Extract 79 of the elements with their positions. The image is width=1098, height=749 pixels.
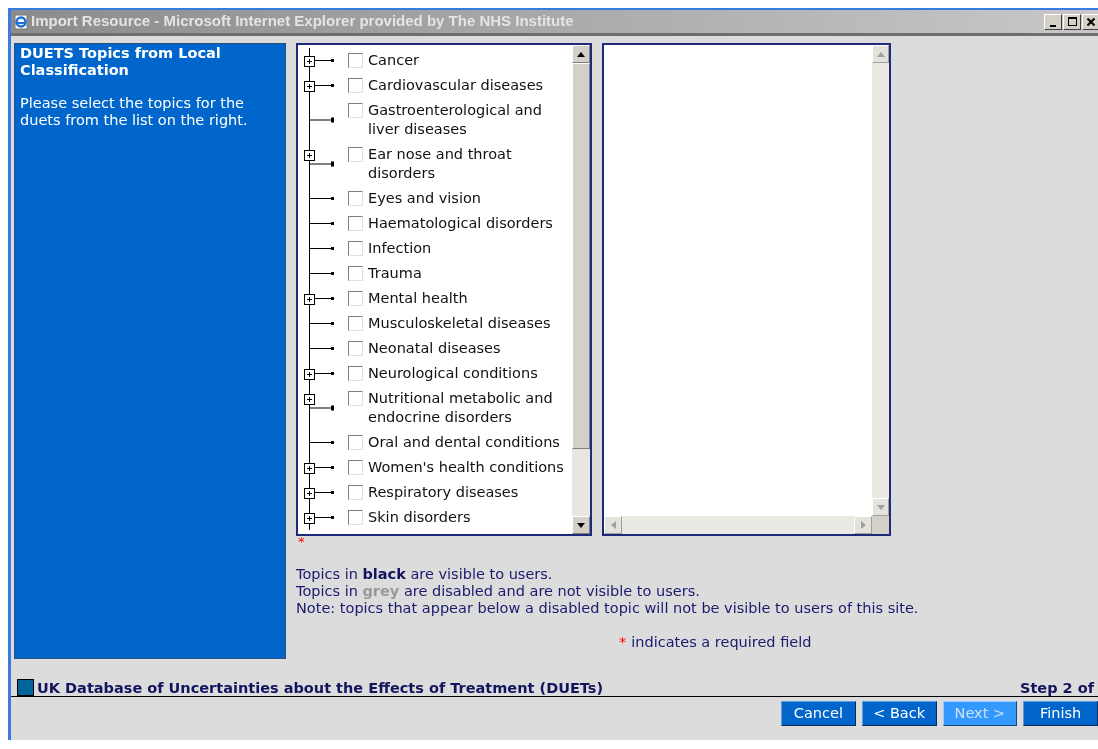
expand-icon[interactable] [304, 488, 315, 499]
scroll-thumb[interactable] [572, 63, 590, 449]
sidebar-title: DUETS Topics from Local Classification [20, 45, 222, 79]
topic-tree-list[interactable] [296, 43, 592, 536]
wizard-button[interactable]: < Back [861, 701, 937, 726]
wizard-button[interactable]: Cancel [781, 701, 856, 726]
checkbox[interactable] [348, 366, 363, 381]
checkbox[interactable] [348, 291, 363, 306]
topic-label: Infection [368, 239, 433, 258]
topic-label: Neurological conditions [368, 364, 539, 383]
minimize-button[interactable] [1044, 13, 1062, 30]
topic-label: Women's health conditions [368, 458, 565, 477]
topic-label: Trauma [368, 264, 423, 283]
checkbox[interactable] [348, 316, 363, 331]
checkbox[interactable] [348, 147, 363, 162]
wizard-button[interactable]: Finish [1023, 701, 1098, 726]
expand-icon[interactable] [304, 394, 315, 405]
right-arrow-icon [860, 521, 866, 529]
required-field-legend: indicates a required field [631, 632, 812, 654]
required-mark: * [297, 536, 306, 548]
checkbox[interactable] [348, 191, 363, 206]
selected-topics-list[interactable] [602, 43, 891, 536]
scroll-right-button[interactable] [854, 516, 872, 534]
down-arrow-icon [577, 522, 585, 528]
minimize-icon [1050, 24, 1056, 27]
window-title: Import Resource - Microsoft Internet Explorer provided by The NHS Institute [31, 11, 574, 32]
close-button[interactable] [1082, 13, 1098, 30]
topic-label: Musculoskeletal diseases [368, 314, 552, 333]
down-arrow-icon [876, 504, 885, 510]
checkbox[interactable] [348, 216, 363, 231]
topic-label: Eyes and vision [368, 189, 482, 208]
checkbox[interactable] [348, 460, 363, 475]
checkbox[interactable] [348, 435, 363, 450]
expand-icon[interactable] [304, 369, 315, 380]
topic-label: Cancer [368, 51, 421, 70]
expand-icon[interactable] [304, 513, 315, 524]
step-indicator: Step 2 of [1019, 680, 1094, 696]
scroll-up-button[interactable] [572, 45, 590, 63]
expand-icon[interactable] [304, 294, 315, 305]
note-text: Note: topics that appear below a disabled topic will not be visible to users of this site. [296, 600, 919, 617]
scroll-left-button[interactable] [604, 516, 622, 534]
topic-label: Mental health [368, 289, 469, 308]
note-text: Topics in black are visible to users. [296, 566, 554, 583]
topic-label: Nutritional metabolic and endocrine disorders [368, 389, 554, 427]
up-arrow-icon [876, 51, 885, 57]
checkbox[interactable] [348, 391, 363, 406]
checkbox[interactable] [348, 241, 363, 256]
checkbox[interactable] [348, 266, 363, 281]
left-arrow-icon [610, 521, 616, 529]
scrollbar-corner [872, 516, 889, 534]
topic-label: Neonatal diseases [368, 339, 502, 358]
maximize-icon [1067, 17, 1077, 26]
topic-label: Oral and dental conditions [368, 433, 561, 452]
checkbox[interactable] [348, 103, 363, 118]
expand-icon[interactable] [304, 56, 315, 67]
horizontal-scrollbar[interactable] [604, 516, 872, 534]
topic-label: Gastroenterological and liver diseases [368, 101, 543, 139]
sidebar-description: Please select the topics for the duets from the list on the right. [20, 95, 249, 129]
maximize-button[interactable] [1063, 13, 1081, 30]
checkbox[interactable] [348, 341, 363, 356]
topic-label: Ear nose and throat disorders [368, 145, 513, 183]
footer-title: UK Database of Uncertainties about the Effects of Treatment (DUETs) [37, 680, 604, 696]
scrollbar[interactable] [572, 45, 590, 534]
topic-label: Skin disorders [368, 508, 472, 527]
topic-label: Cardiovascular diseases [368, 76, 545, 95]
checkbox[interactable] [348, 53, 363, 68]
checkbox[interactable] [348, 485, 363, 500]
checkbox[interactable] [348, 510, 363, 525]
checkbox[interactable] [348, 78, 363, 93]
topic-label: Respiratory diseases [368, 483, 520, 502]
required-mark: * [619, 633, 627, 652]
expand-icon[interactable] [304, 81, 315, 92]
expand-icon[interactable] [304, 150, 315, 161]
scroll-down-button[interactable] [572, 516, 590, 534]
topic-label: Haematological disorders [368, 214, 554, 233]
note-text: Topics in grey are disabled and are not visible to users. [296, 583, 701, 600]
expand-icon[interactable] [304, 463, 315, 474]
close-icon [1087, 17, 1095, 26]
up-arrow-icon [577, 51, 585, 57]
